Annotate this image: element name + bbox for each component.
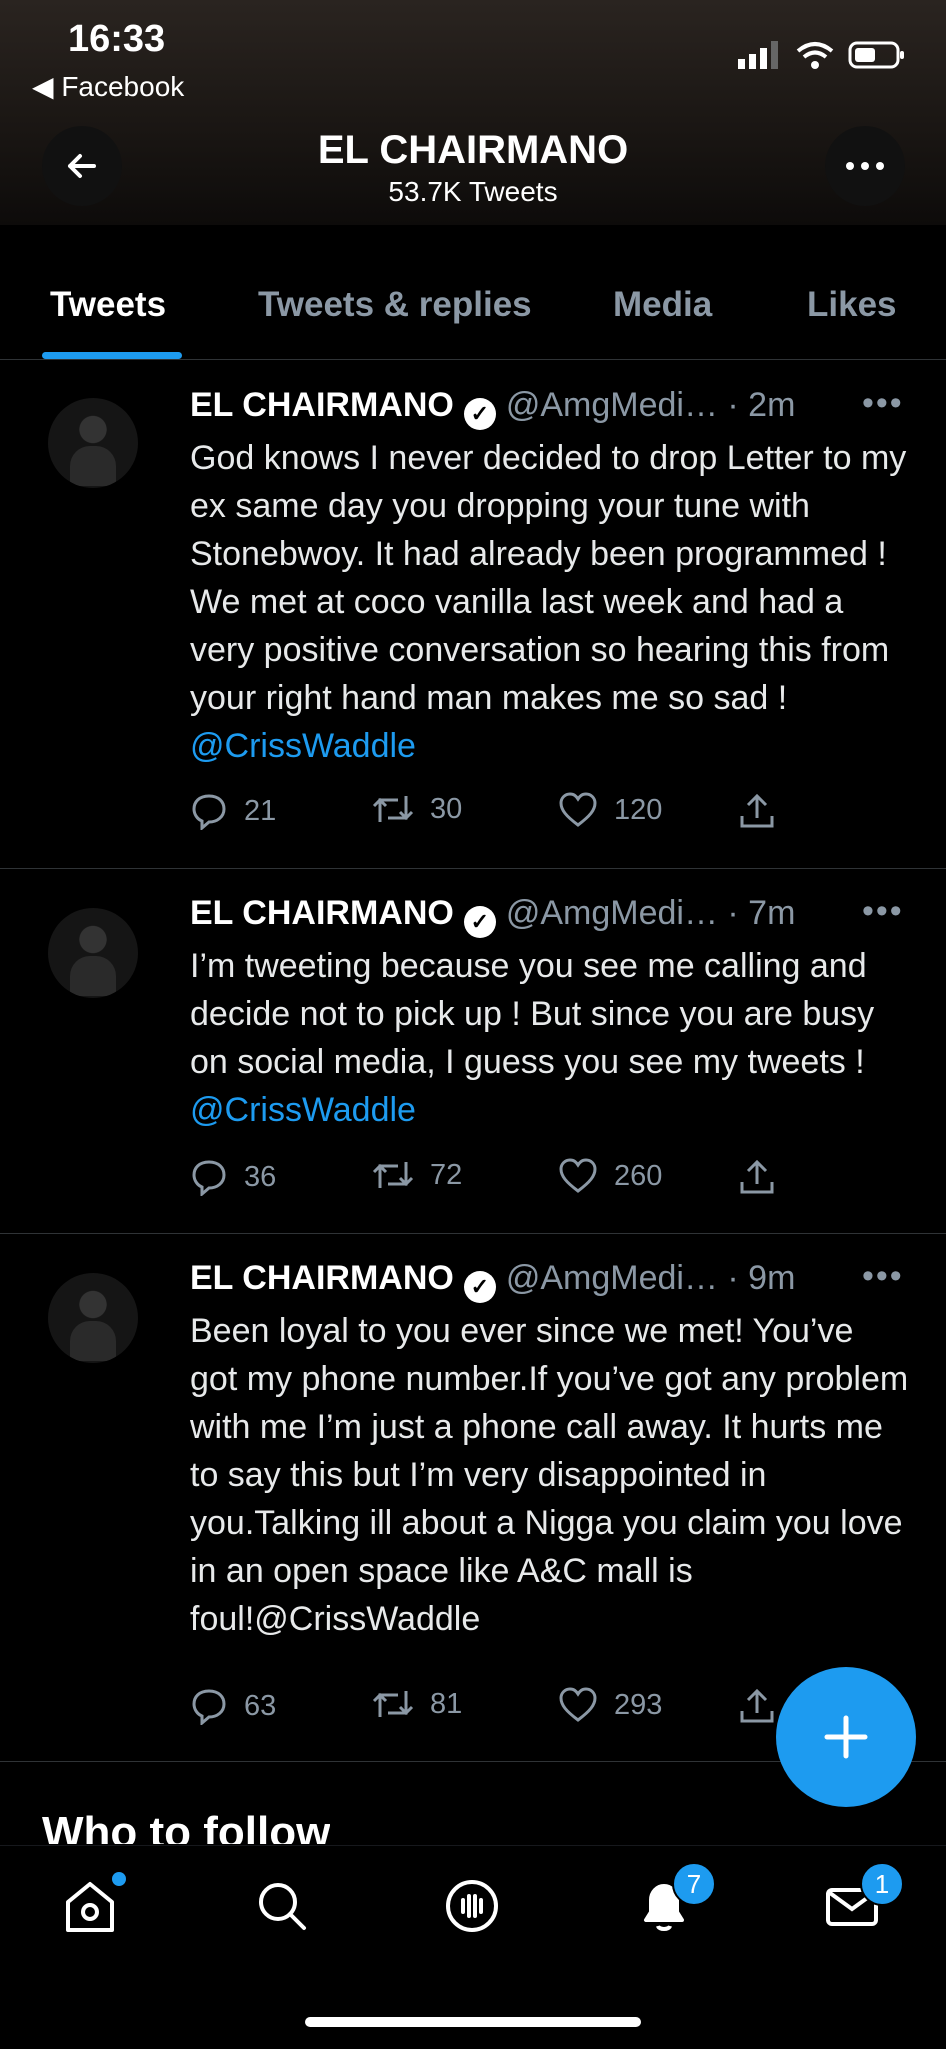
tweet-meta: EL CHAIRMANO ✓ @AmgMedi… · 2m	[190, 386, 795, 430]
battery-icon	[848, 41, 904, 69]
compose-tweet-button[interactable]	[776, 1667, 916, 1807]
retweet-count: 72	[430, 1158, 463, 1191]
tweet-meta: EL CHAIRMANO ✓ @AmgMedi… · 9m	[190, 1259, 795, 1303]
search-icon	[259, 1883, 306, 1930]
nav-spaces[interactable]	[442, 1876, 502, 1936]
retweet-count: 30	[430, 792, 463, 825]
tab-likes[interactable]: Likes	[807, 285, 897, 325]
tweet-author-name[interactable]: EL CHAIRMANO	[190, 386, 454, 424]
profile-name: EL CHAIRMANO	[317, 128, 629, 172]
reply-button[interactable]: 36	[190, 1158, 276, 1196]
share-icon	[740, 793, 774, 828]
tweet-time: · 7m	[727, 894, 796, 932]
reply-count: 36	[244, 1160, 277, 1193]
tweet-actions: 21 30 120	[190, 792, 890, 842]
tweet-more-icon[interactable]: •••	[862, 384, 904, 423]
share-button[interactable]	[738, 792, 776, 830]
home-indicator	[305, 2017, 641, 2027]
verified-badge-icon: ✓	[463, 1271, 496, 1303]
like-button[interactable]: 120	[558, 792, 662, 828]
spaces-icon	[446, 1880, 498, 1932]
mention-link[interactable]: @CrissWaddle	[190, 1091, 416, 1129]
nav-home[interactable]	[60, 1872, 126, 1936]
nav-search[interactable]	[252, 1876, 312, 1936]
tweet-more-icon[interactable]: •••	[862, 892, 904, 931]
home-icon	[66, 1882, 114, 1932]
bottom-navigation: 7 1	[0, 1845, 946, 2049]
tweet-time: · 2m	[727, 386, 796, 424]
retweet-button[interactable]: 30	[372, 792, 462, 826]
tweet-text: God knows I never decided to drop Letter…	[190, 434, 910, 770]
mention-link[interactable]: @CrissWaddle	[190, 727, 416, 765]
retweet-button[interactable]: 81	[372, 1687, 462, 1721]
reply-icon	[192, 794, 226, 830]
verified-badge-icon: ✓	[463, 906, 496, 938]
reply-button[interactable]: 63	[190, 1687, 276, 1725]
profile-tabs: Tweets Tweets & replies Media Likes	[0, 225, 946, 360]
nav-messages[interactable]: 1	[822, 1862, 904, 1936]
heart-icon	[559, 792, 597, 827]
tweet-count: 53.7K Tweets	[388, 176, 558, 207]
share-button[interactable]	[738, 1687, 776, 1725]
more-options-button[interactable]	[825, 126, 905, 206]
tweet-author-name[interactable]: EL CHAIRMANO	[190, 894, 454, 932]
tab-media[interactable]: Media	[613, 285, 712, 325]
tweet-text: Been loyal to you ever since we met! You…	[190, 1307, 910, 1643]
reply-button[interactable]: 21	[190, 792, 276, 830]
avatar[interactable]	[48, 398, 138, 488]
tweet[interactable]: EL CHAIRMANO ✓ @AmgMedi… · 2m ••• God know…	[0, 360, 946, 869]
like-count: 260	[614, 1159, 663, 1192]
tweet-more-icon[interactable]: •••	[862, 1257, 904, 1296]
retweet-icon	[372, 796, 414, 822]
retweet-button[interactable]: 72	[372, 1158, 462, 1192]
avatar[interactable]	[48, 1273, 138, 1363]
tweet-body: God knows I never decided to drop Letter…	[190, 439, 907, 717]
messages-badge: 1	[860, 1862, 904, 1906]
tweet-author-name[interactable]: EL CHAIRMANO	[190, 1259, 454, 1297]
who-to-follow-heading: Who to follow	[42, 1808, 331, 1844]
notifications-badge: 7	[672, 1862, 716, 1906]
tab-tweets-and-replies[interactable]: Tweets & replies	[258, 285, 532, 325]
like-count: 293	[614, 1688, 663, 1721]
retweet-count: 81	[430, 1687, 463, 1720]
tweet-actions: 36 72 260	[190, 1158, 890, 1208]
tweet-author-handle[interactable]: @AmgMedi…	[506, 386, 718, 424]
wifi-icon	[796, 42, 834, 69]
reply-count: 21	[244, 794, 277, 827]
reply-icon	[192, 1160, 226, 1196]
tab-tweets[interactable]: Tweets	[50, 285, 166, 325]
tweet-author-handle[interactable]: @AmgMedi…	[506, 1259, 718, 1297]
tweet-body: Been loyal to you ever since we met! You…	[190, 1312, 909, 1638]
tweet-text: I’m tweeting because you see me calling …	[190, 942, 910, 1134]
share-icon	[740, 1688, 774, 1723]
share-button[interactable]	[738, 1158, 776, 1196]
nav-notifications[interactable]: 7	[634, 1862, 716, 1936]
like-count: 120	[614, 793, 663, 826]
avatar[interactable]	[48, 908, 138, 998]
retweet-icon	[372, 1691, 414, 1717]
tweet-meta: EL CHAIRMANO ✓ @AmgMedi… · 7m	[190, 894, 795, 938]
plus-icon	[824, 1715, 868, 1759]
status-time: 16:33	[68, 18, 166, 60]
new-content-dot	[112, 1872, 126, 1886]
heart-icon	[559, 1687, 597, 1722]
tweet-body: I’m tweeting because you see me calling …	[190, 947, 875, 1081]
more-horizontal-icon	[846, 162, 884, 170]
status-icons	[738, 40, 906, 70]
reply-icon	[192, 1689, 226, 1725]
tweet-author-handle[interactable]: @AmgMedi…	[506, 894, 718, 932]
signal-icon	[738, 41, 778, 69]
reply-count: 63	[244, 1689, 277, 1722]
back-to-facebook-link[interactable]: ◀ Facebook	[32, 70, 184, 103]
active-tab-indicator	[42, 352, 182, 359]
heart-icon	[559, 1158, 597, 1193]
status-bar: 16:33 ◀ Facebook	[0, 0, 946, 120]
tweet-time: · 9m	[727, 1259, 796, 1297]
verified-badge-icon: ✓	[463, 398, 496, 430]
retweet-icon	[372, 1162, 414, 1188]
tweet[interactable]: EL CHAIRMANO ✓ @AmgMedi… · 7m ••• I’m twee…	[0, 868, 946, 1234]
like-button[interactable]: 260	[558, 1158, 662, 1194]
like-button[interactable]: 293	[558, 1687, 662, 1723]
share-icon	[740, 1159, 774, 1194]
